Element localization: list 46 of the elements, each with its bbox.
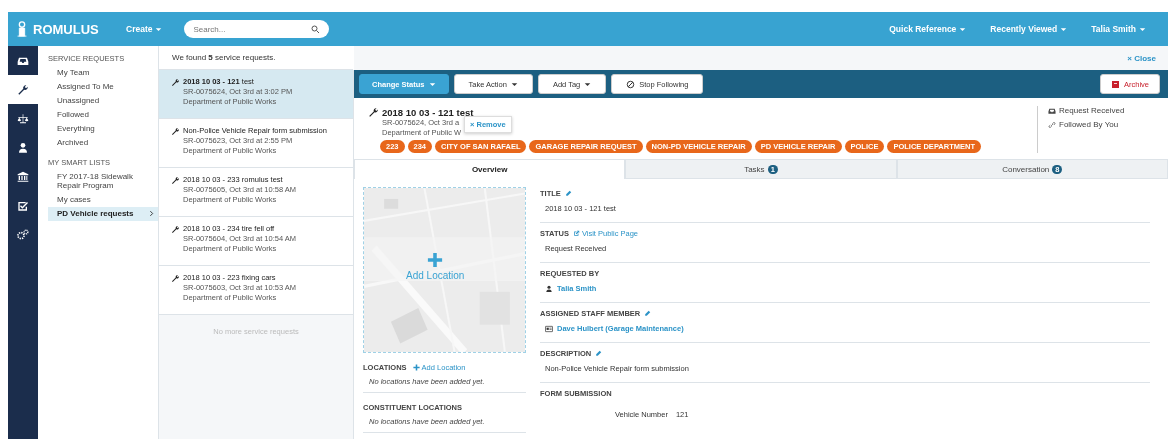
caret-icon	[959, 25, 967, 33]
checkbox-icon	[17, 199, 29, 212]
results-summary: We found 5 service requests.	[159, 46, 354, 70]
caret-icon	[510, 80, 518, 88]
wrench-icon	[171, 225, 180, 234]
sidebar-item[interactable]: Archived	[48, 136, 158, 150]
sidebar-item[interactable]: My Team	[48, 66, 158, 80]
caret-icon	[155, 25, 163, 33]
sidebar-item[interactable]: Followed	[48, 108, 158, 122]
ban-icon	[626, 79, 636, 89]
search-field[interactable]: Search...	[184, 20, 330, 38]
caret-icon	[428, 80, 436, 88]
brand-name: ROMULUS	[33, 21, 99, 37]
sidebar-item[interactable]: My cases	[48, 193, 158, 207]
caret-icon	[1060, 25, 1068, 33]
id-card-icon	[545, 324, 553, 333]
inbox-icon	[1048, 106, 1056, 115]
wrench-icon	[171, 176, 180, 185]
request-title: 2018 10 03 - 121 test	[382, 106, 474, 118]
wrench-icon	[17, 83, 29, 96]
archive-icon	[1111, 79, 1120, 89]
wrench-icon	[171, 127, 180, 136]
external-link-icon	[572, 230, 580, 237]
person-icon	[17, 141, 29, 154]
wrench-icon	[171, 274, 180, 283]
wrench-icon	[368, 107, 379, 118]
plus-icon	[412, 364, 420, 371]
sidebar-item[interactable]: PD Vehicle requests	[48, 207, 158, 221]
tab[interactable]: Overview	[354, 160, 626, 179]
sidebar-item[interactable]: Unassigned	[48, 94, 158, 108]
sidebar-item[interactable]: FY 2017-18 Sidewalk Repair Program	[48, 170, 158, 193]
status-text: Followed By You	[1059, 120, 1119, 129]
link-icon	[1048, 120, 1056, 129]
plus-icon	[427, 252, 444, 268]
person-icon	[545, 284, 553, 293]
search-icon	[311, 25, 321, 34]
wrench-icon	[171, 78, 180, 87]
chevron-icon	[148, 210, 155, 217]
status-text: Request Received	[1059, 106, 1125, 115]
caret-icon	[1139, 25, 1146, 33]
close-link[interactable]: × Close	[1127, 53, 1156, 63]
bank-icon	[17, 170, 29, 183]
sidebar-item[interactable]: Assigned To Me	[48, 80, 158, 94]
caret-icon	[584, 80, 592, 88]
sidebar-item[interactable]: Everything	[48, 122, 158, 136]
gears-icon	[17, 228, 29, 241]
